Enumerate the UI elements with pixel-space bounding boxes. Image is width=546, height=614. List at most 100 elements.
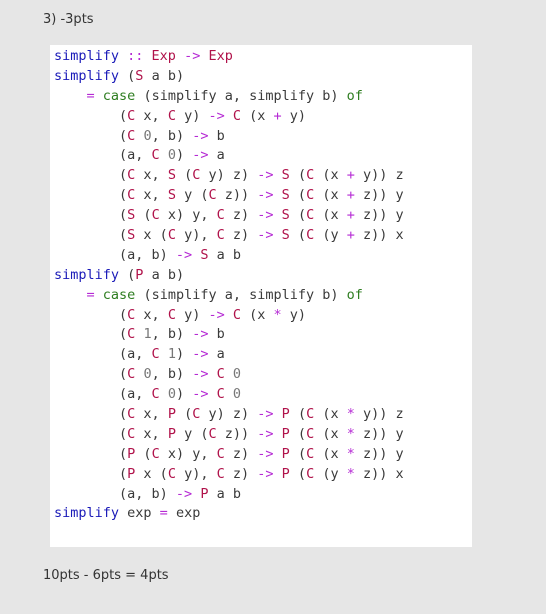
code-text-token: ) bbox=[175, 346, 193, 363]
code-line: simplify :: Exp -> Exp bbox=[54, 47, 472, 67]
code-text-token: ( bbox=[54, 445, 128, 462]
constructor-token: C bbox=[306, 207, 315, 224]
code-text-token: x) y, bbox=[159, 207, 217, 224]
code-text-token: a b bbox=[208, 485, 241, 502]
constructor-token: P bbox=[167, 425, 176, 442]
code-text-token: x) y, bbox=[159, 445, 217, 462]
code-text-token: (y bbox=[314, 227, 347, 244]
operator-token: * bbox=[273, 306, 282, 323]
code-text-token: ( bbox=[54, 406, 128, 423]
code-text-token: z)) x bbox=[354, 227, 404, 244]
code-text-token: z)) y bbox=[354, 445, 404, 462]
constructor-token: C bbox=[216, 207, 225, 224]
code-text-token: ( bbox=[54, 425, 128, 442]
constructor-token: S bbox=[167, 187, 176, 204]
number-token: 1 bbox=[143, 326, 152, 343]
keyword-token: of bbox=[346, 286, 363, 303]
code-text-token: x, bbox=[135, 167, 168, 184]
code-text-token: b bbox=[208, 127, 225, 144]
code-text-token: z)) y bbox=[354, 425, 404, 442]
code-text-token: ( bbox=[289, 465, 307, 482]
code-text-token: y ( bbox=[175, 187, 209, 204]
constructor-token: C bbox=[167, 107, 176, 124]
code-text-token: x, bbox=[135, 187, 168, 204]
code-line: = case (simplify a, simplify b) of bbox=[54, 87, 472, 107]
code-text-token: y) bbox=[175, 107, 209, 124]
code-line: = case (simplify a, simplify b) of bbox=[54, 286, 472, 306]
code-line: (C x, S y (C z)) -> S (C (x + z)) y bbox=[54, 186, 472, 206]
code-line: (C x, C y) -> C (x + y) bbox=[54, 107, 472, 127]
constructor-token: C bbox=[306, 187, 315, 204]
code-line: (C 0, b) -> C 0 bbox=[54, 365, 472, 385]
code-text-token: (x bbox=[314, 406, 347, 423]
code-lines-container: simplify :: Exp -> Exp simplify (S a b) =… bbox=[54, 47, 472, 524]
code-text-token: ( bbox=[54, 326, 128, 343]
operator-token: * bbox=[346, 425, 355, 442]
constructor-token: C bbox=[216, 445, 225, 462]
code-line: (C x, P y (C z)) -> P (C (x * z)) y bbox=[54, 425, 472, 445]
code-text-token: ( bbox=[54, 207, 128, 224]
code-block[interactable]: simplify :: Exp -> Exp simplify (S a b) =… bbox=[50, 45, 472, 547]
code-text-token: ( bbox=[54, 366, 128, 383]
code-text-token: (x bbox=[241, 107, 274, 124]
constructor-token: C bbox=[306, 465, 315, 482]
code-line: (a, C 0) -> C 0 bbox=[54, 385, 472, 405]
score-text: 10pts - 6pts = 4pts bbox=[43, 568, 169, 583]
constructor-token: S bbox=[281, 227, 290, 244]
code-text-token: z)) y bbox=[354, 187, 404, 204]
code-text-token: z) bbox=[224, 207, 258, 224]
constructor-token: C bbox=[151, 445, 160, 462]
constructor-token: C bbox=[232, 107, 242, 124]
code-text-token: a b) bbox=[143, 67, 185, 84]
code-text-token: x ( bbox=[135, 465, 168, 482]
code-text-token: a b) bbox=[143, 266, 185, 283]
code-text-token: ( bbox=[54, 167, 128, 184]
operator-token: = bbox=[86, 286, 95, 303]
operator-token: * bbox=[346, 465, 355, 482]
code-text-token: a b bbox=[208, 246, 241, 263]
number-token: 1 bbox=[167, 346, 176, 363]
constructor-token: C bbox=[216, 227, 225, 244]
code-line: (P x (C y), C z) -> P (C (y * z)) x bbox=[54, 465, 472, 485]
operator-token: -> bbox=[208, 306, 225, 323]
code-text-token: (a, b) bbox=[54, 246, 176, 263]
code-text-token: ) bbox=[175, 386, 193, 403]
operator-token: -> bbox=[257, 207, 274, 224]
constructor-token: C bbox=[306, 445, 315, 462]
code-text-token: ( bbox=[175, 167, 193, 184]
code-text-token: (x bbox=[314, 167, 347, 184]
code-text-token: ( bbox=[289, 406, 307, 423]
keyword-token: of bbox=[346, 87, 363, 104]
constructor-token: P bbox=[281, 406, 290, 423]
operator-token: -> bbox=[192, 127, 209, 144]
operator-token: :: bbox=[119, 48, 152, 64]
code-text-token: (x bbox=[314, 445, 347, 462]
constructor-token: P bbox=[281, 465, 290, 482]
code-text-token: ) bbox=[175, 147, 193, 164]
constructor-token: S bbox=[281, 187, 290, 204]
code-text-token: z) bbox=[224, 465, 258, 482]
number-token: 0 bbox=[143, 366, 152, 383]
question-label: 3) -3pts bbox=[43, 12, 94, 27]
function-name-token: simplify bbox=[54, 48, 120, 64]
constructor-token: S bbox=[167, 167, 176, 184]
code-text-token: ( bbox=[135, 445, 152, 462]
operator-token: -> bbox=[192, 326, 209, 343]
code-text-token: y), bbox=[175, 465, 217, 482]
code-text-token: (simplify a, simplify b) bbox=[135, 87, 347, 104]
code-text-token: z)) bbox=[216, 187, 258, 204]
constructor-token: C bbox=[216, 366, 225, 383]
constructor-token: C bbox=[232, 306, 242, 323]
code-text-token: ( bbox=[289, 207, 307, 224]
type-token: Exp bbox=[151, 48, 176, 64]
